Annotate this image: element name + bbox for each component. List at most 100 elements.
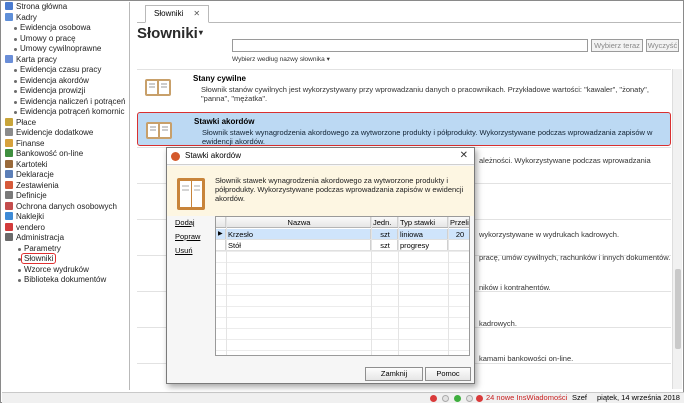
sidebar-item-slowniki[interactable]: Słowniki bbox=[2, 253, 129, 265]
stawki-akordow-dialog: Stawki akordów ✕ Słownik stawek wynagrod… bbox=[166, 147, 475, 384]
delete-link[interactable]: Usuń bbox=[175, 246, 200, 260]
cell-jednostka[interactable]: szt bbox=[371, 240, 398, 250]
sidebar-item-ewidencja-naliczen-i-potracen[interactable]: Ewidencja naliczeń i potrąceń bbox=[2, 97, 129, 108]
add-link[interactable]: Dodaj bbox=[175, 218, 200, 232]
declarations-icon bbox=[5, 170, 13, 178]
sidebar-item-zestawienia[interactable]: Zestawienia bbox=[2, 180, 129, 192]
sidebar-item-umowy-o-prace[interactable]: Umowy o pracę bbox=[2, 34, 129, 45]
tab-close-icon[interactable]: ✕ bbox=[193, 9, 200, 18]
page-title-text: Słowniki bbox=[137, 25, 198, 42]
grid-header-indicator bbox=[216, 217, 226, 227]
cell-nazwa[interactable]: Stół bbox=[226, 240, 371, 250]
sidebar-item-label: Administracja bbox=[16, 233, 65, 242]
empty-grid-row bbox=[216, 317, 469, 318]
column-jednostka[interactable]: Jedn. bbox=[371, 217, 398, 227]
close-button[interactable]: Zamknij bbox=[365, 367, 423, 381]
navigation-tree: Strona główna Kadry Ewidencja osobowa Umowy… bbox=[2, 2, 129, 286]
sidebar-item-definicje[interactable]: Definicje bbox=[2, 191, 129, 202]
sidebar-item-ewidencja-prowizji[interactable]: Ewidencja prowizji bbox=[2, 86, 129, 97]
sidebar-item-label: Deklaracje bbox=[16, 170, 54, 179]
dictionary-description: Słownik stanów cywilnych jest wykorzysty… bbox=[201, 85, 649, 103]
list-scrollbar[interactable] bbox=[672, 69, 682, 389]
notification-icon bbox=[476, 395, 483, 402]
sidebar-item-ewidencja-akordow[interactable]: Ewidencja akordów bbox=[2, 76, 129, 87]
page-title-dropdown-icon[interactable]: ▾ bbox=[199, 28, 203, 37]
sidebar-item-wzorce-wydrukow[interactable]: Wzorce wydruków bbox=[2, 265, 129, 276]
sidebar-item-naklejki[interactable]: Naklejki bbox=[2, 212, 129, 223]
row-indicator bbox=[216, 240, 226, 250]
sidebar-item-parametry[interactable]: Parametry bbox=[2, 244, 129, 255]
empty-grid-row bbox=[216, 306, 469, 307]
help-button[interactable]: Pomoc bbox=[425, 367, 471, 381]
dialog-titlebar[interactable]: Stawki akordów ✕ bbox=[167, 148, 474, 165]
sidebar-item-ewidencje-dodatkowe[interactable]: Ewidencje dodatkowe bbox=[2, 128, 129, 139]
cell-przelicznik[interactable]: 20 bbox=[448, 229, 469, 239]
grid-column-separator bbox=[371, 217, 372, 355]
cell-typ-stawki[interactable]: progresy bbox=[398, 240, 448, 250]
search-hint-link[interactable]: Wybierz według nazwy słownika ▾ bbox=[232, 55, 330, 63]
search-input[interactable] bbox=[232, 39, 588, 52]
column-przelicznik[interactable]: Przeli bbox=[448, 217, 469, 227]
sidebar-item-bankowosc-on-line[interactable]: Bankowość on-line bbox=[2, 149, 129, 160]
cell-typ-stawki[interactable]: liniowa bbox=[398, 229, 448, 239]
sidebar-item-label: Bankowość on-line bbox=[16, 149, 84, 158]
column-nazwa[interactable]: Nazwa bbox=[226, 217, 371, 227]
status-user: Szef bbox=[572, 393, 588, 402]
sidebar-item-label: Umowy o pracę bbox=[20, 33, 76, 43]
sidebar-item-ewidencja-potracen-komornic[interactable]: Ewidencja potrąceń komornic bbox=[2, 107, 129, 118]
sidebar-item-ewidencja-osobowa[interactable]: Ewidencja osobowa bbox=[2, 23, 129, 34]
rates-grid[interactable]: Nazwa Jedn. Typ stawki Przeli ▶ Krzesło … bbox=[215, 216, 470, 356]
home-icon bbox=[5, 2, 13, 10]
definitions-icon bbox=[5, 191, 13, 199]
search-button[interactable]: Wybierz teraz bbox=[591, 39, 643, 52]
sidebar-item-kadry[interactable]: Kadry bbox=[2, 12, 129, 24]
sidebar-item-place[interactable]: Płace bbox=[2, 117, 129, 129]
sidebar-item-label: Ewidencja prowizji bbox=[20, 86, 86, 95]
sidebar-item-label: Biblioteka dokumentów bbox=[24, 275, 107, 284]
row-pointer-icon: ▶ bbox=[216, 229, 226, 239]
sidebar-item-ochrona-danych-osobowych[interactable]: Ochrona danych osobowych bbox=[2, 201, 129, 213]
cell-nazwa[interactable]: Krzesło bbox=[226, 229, 371, 239]
cell-jednostka[interactable]: szt bbox=[371, 229, 398, 239]
sidebar-item-kartoteki[interactable]: Kartoteki bbox=[2, 159, 129, 171]
tab-slowniki[interactable]: Słowniki ✕ bbox=[145, 5, 210, 23]
sidebar-item-karta-pracy[interactable]: Karta pracy bbox=[2, 54, 129, 66]
sidebar-item-ewidencja-czasu-pracy[interactable]: Ewidencja czasu pracy bbox=[2, 65, 129, 76]
reports-icon bbox=[5, 180, 13, 189]
clear-button[interactable]: Wyczyść bbox=[646, 39, 679, 52]
status-red-icon bbox=[430, 395, 437, 402]
sidebar-item-finanse[interactable]: Finanse bbox=[2, 138, 129, 150]
sidebar-item-vendero[interactable]: vendero bbox=[2, 222, 129, 234]
page-title[interactable]: Słowniki▾ bbox=[137, 25, 203, 42]
empty-grid-row bbox=[216, 251, 469, 252]
cell-przelicznik[interactable] bbox=[448, 240, 469, 250]
table-row[interactable]: Stół szt progresy bbox=[216, 240, 469, 251]
table-row[interactable]: ▶ Krzesło szt liniowa 20 bbox=[216, 229, 469, 240]
dialog-close-icon[interactable]: ✕ bbox=[460, 148, 468, 164]
timecard-icon bbox=[5, 54, 13, 63]
dictionary-title: Stawki akordów bbox=[194, 117, 255, 126]
sidebar-item-strona-glowna[interactable]: Strona główna bbox=[2, 2, 129, 13]
sidebar-item-deklaracje[interactable]: Deklaracje bbox=[2, 170, 129, 181]
application-window: Strona główna Kadry Ewidencja osobowa Umowy… bbox=[0, 0, 684, 403]
sidebar-item-label: Definicje bbox=[16, 191, 47, 200]
book-icon bbox=[145, 79, 171, 96]
dialog-description: Słownik stawek wynagrodzenia akordowego … bbox=[215, 176, 464, 203]
sidebar-item-label: Ewidencja potrąceń komornic bbox=[20, 107, 125, 116]
navigation-sidebar: Strona główna Kadry Ewidencja osobowa Umowy… bbox=[2, 2, 130, 390]
dictionary-row-stany-cywilne[interactable]: Stany cywilne Słownik stanów cywilnych j… bbox=[137, 69, 671, 111]
column-typ-stawki[interactable]: Typ stawki bbox=[398, 217, 448, 227]
bank-icon bbox=[5, 149, 13, 157]
sidebar-item-label: Ewidencja osobowa bbox=[20, 23, 91, 32]
sidebar-item-administracja[interactable]: Administracja bbox=[2, 233, 129, 244]
notifications-link[interactable]: 24 nowe InsWiadomości bbox=[486, 393, 567, 403]
vendero-icon bbox=[5, 222, 13, 231]
scrollbar-thumb[interactable] bbox=[675, 269, 681, 349]
sidebar-item-umowy-cywilnoprawne[interactable]: Umowy cywilnoprawne bbox=[2, 44, 129, 55]
dictionary-row-stawki-akordow[interactable]: Stawki akordów Słownik stawek wynagrodze… bbox=[137, 112, 671, 146]
sidebar-item-biblioteka-dokumentow[interactable]: Biblioteka dokumentów bbox=[2, 275, 129, 286]
edit-link[interactable]: Popraw bbox=[175, 232, 200, 246]
status-green-icon bbox=[454, 395, 461, 402]
dictionary-description-partial: ników i kontrahentów. bbox=[479, 283, 551, 292]
payroll-icon bbox=[5, 117, 13, 126]
